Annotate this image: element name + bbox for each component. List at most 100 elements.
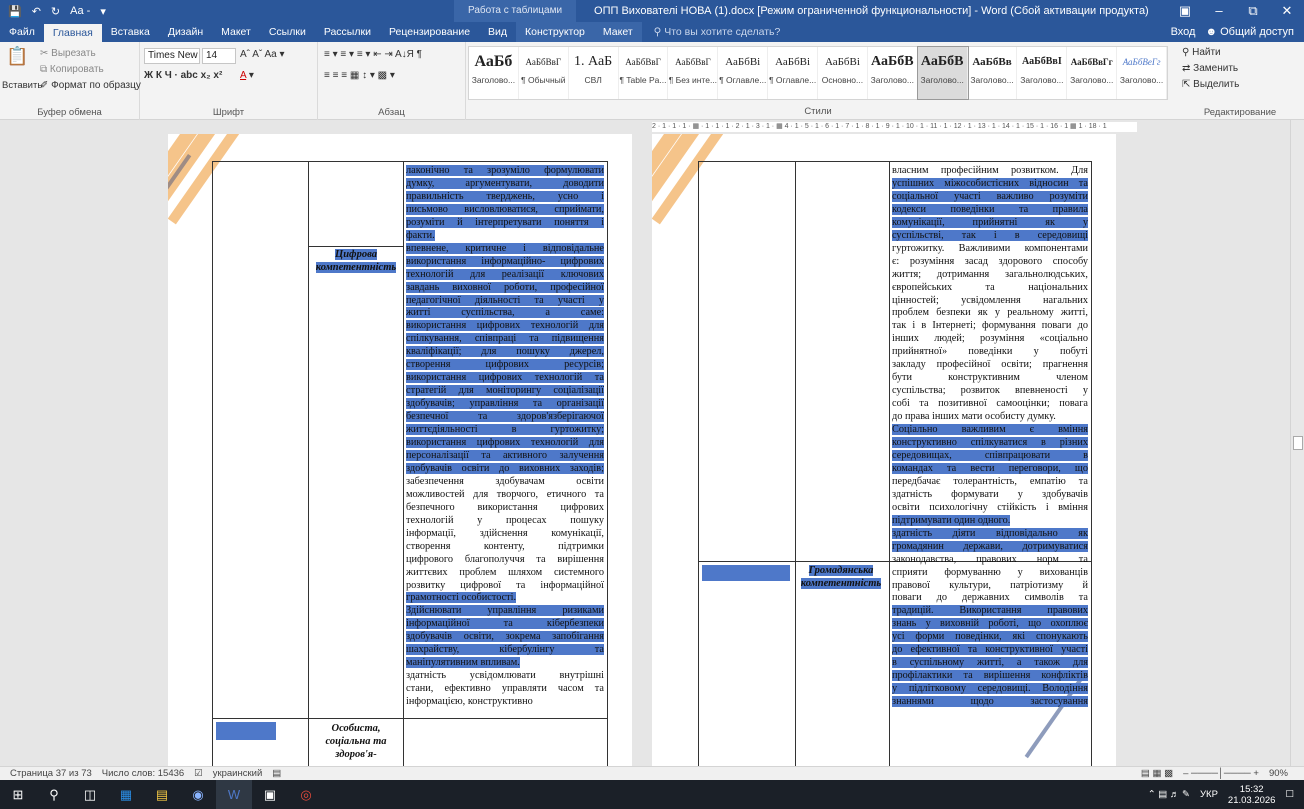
- competence-name-personal[interactable]: Особиста, соціальна та здоров'я-: [310, 722, 402, 761]
- scroll-thumb[interactable]: [1293, 436, 1303, 450]
- tab-table-layout[interactable]: Макет: [593, 22, 642, 42]
- text-run: профілактики та вирішення конфліктів: [892, 670, 1088, 682]
- tab-view[interactable]: Вид: [479, 22, 516, 42]
- chrome-icon[interactable]: ◎: [288, 780, 324, 809]
- list-icons[interactable]: ≡ ▾ ≡ ▾ ≡ ▾ ⇤ ⇥ A↓Я ¶: [324, 49, 422, 60]
- style-item[interactable]: АаБбВі Основно...: [818, 47, 868, 99]
- tray-icons[interactable]: ⌃ ▤ ♬ ✎: [1148, 789, 1190, 800]
- app-badge-icon[interactable]: ◉: [180, 780, 216, 809]
- zoom-level[interactable]: 90%: [1269, 768, 1288, 779]
- tell-me-search[interactable]: ⚲ Что вы хотите сделать?: [654, 22, 781, 42]
- search-icon[interactable]: ⚲: [36, 780, 72, 809]
- competence-name-digital[interactable]: Цифрова компетентність: [310, 248, 402, 274]
- format-painter-button[interactable]: ✐ Формат по образцу: [40, 80, 141, 91]
- undo-icon[interactable]: ↶: [32, 5, 41, 18]
- text-run: шахрайству, кібербулінгу та: [406, 644, 604, 656]
- style-item[interactable]: АаБбВеГг Заголово...: [1117, 47, 1168, 99]
- tab-insert[interactable]: Вставка: [102, 22, 159, 42]
- sign-in-link[interactable]: Вход: [1171, 22, 1196, 42]
- text-line: правильність тверджень, усно і: [406, 190, 604, 204]
- notification-icon[interactable]: ☐: [1285, 789, 1294, 800]
- table-border: [698, 161, 1092, 162]
- text-line: сприяти формуванню у вихованців: [892, 567, 1088, 580]
- vertical-scrollbar[interactable]: [1290, 120, 1304, 766]
- share-button[interactable]: ☻ Общий доступ: [1205, 22, 1294, 42]
- text-run: інших людей; розуміння «соціально: [892, 333, 1088, 345]
- word-icon[interactable]: W: [216, 780, 252, 809]
- style-item[interactable]: 1. АаБ СВЛ: [569, 47, 619, 99]
- style-item[interactable]: АаБб Заголово...: [469, 47, 519, 99]
- windows-start-icon[interactable]: ⊞: [0, 780, 36, 809]
- style-item[interactable]: АаБбВв Заголово...: [968, 47, 1018, 99]
- copy-button[interactable]: ⧉ Копировать: [40, 64, 104, 75]
- bold-italic-underline-icons[interactable]: Ж К Ч · abc x₂ x²: [144, 70, 222, 81]
- file-explorer-icon[interactable]: ▤: [144, 780, 180, 809]
- style-name: ¶ Оглавле...: [768, 75, 817, 85]
- minimize-icon[interactable]: –: [1202, 3, 1236, 19]
- horizontal-ruler[interactable]: 2 · 1 · 1 · 1 · ▦ · 1 · 1 · 1 · 2 · 1 · …: [652, 122, 1137, 132]
- store-icon[interactable]: ▦: [108, 780, 144, 809]
- font-color-icon[interactable]: A ▾: [240, 70, 254, 81]
- style-preview: АаБбВі: [725, 56, 761, 68]
- table-border: [212, 161, 608, 162]
- text-run: середовищах, співпрацювати в: [892, 449, 1088, 461]
- tab-references[interactable]: Ссылки: [260, 22, 315, 42]
- tab-file[interactable]: Файл: [0, 22, 44, 42]
- style-item[interactable]: АаБбВвГ ¶ Table Pa...: [619, 47, 669, 99]
- tab-layout[interactable]: Макет: [212, 22, 260, 42]
- save-icon[interactable]: 💾: [8, 5, 22, 18]
- restore-icon[interactable]: ⧉: [1236, 3, 1270, 19]
- style-item[interactable]: АаБбВвГ ¶ Обычный: [519, 47, 569, 99]
- paste-button[interactable]: Вставить: [2, 80, 42, 91]
- page-counter[interactable]: Страница 37 из 73: [10, 768, 92, 779]
- replace-button[interactable]: ⇄ Заменить: [1182, 63, 1238, 74]
- text-run: цифрового благополуччя та вирішення: [406, 553, 604, 565]
- style-item[interactable]: АаБбВі ¶ Оглавле...: [718, 47, 769, 99]
- word-count[interactable]: Число слов: 15436: [102, 768, 184, 779]
- font-name-box[interactable]: Times New F: [144, 48, 200, 64]
- close-icon[interactable]: ✕: [1270, 3, 1304, 19]
- find-button[interactable]: ⚲ Найти: [1182, 47, 1221, 58]
- proofing-icon[interactable]: ☑: [194, 768, 203, 779]
- change-case-button[interactable]: Aa -: [70, 5, 90, 17]
- app-icon[interactable]: ▣: [252, 780, 288, 809]
- style-preview: 1. АаБ: [574, 54, 613, 69]
- style-preview: АаБбВв: [972, 56, 1012, 68]
- font-size-box[interactable]: 14: [202, 48, 236, 64]
- task-view-icon[interactable]: ◫: [72, 780, 108, 809]
- input-language[interactable]: УКР: [1200, 789, 1218, 800]
- text-run: інформації, здійснення комунікації,: [406, 527, 604, 539]
- cut-button[interactable]: ✂ Вырезать: [40, 48, 96, 59]
- text-run: впевнене, критичне і відповідальне: [406, 242, 604, 254]
- macro-icon[interactable]: ▤: [272, 768, 281, 779]
- style-item-selected[interactable]: АаБбВ Заголово...: [916, 46, 969, 100]
- paste-icon[interactable]: 📋: [6, 46, 28, 67]
- text-run: конструктивно спілкуватися в різних: [892, 437, 1088, 449]
- style-item[interactable]: АаБбВі ¶ Оглавле...: [768, 47, 819, 99]
- tab-review[interactable]: Рецензирование: [380, 22, 479, 42]
- view-icons[interactable]: ▤ ▦ ▩: [1141, 768, 1173, 779]
- font-size-buttons-icon[interactable]: Aˆ Aˇ Aa ▾: [240, 49, 284, 60]
- style-item[interactable]: АаБбВ Заголово...: [868, 47, 918, 99]
- style-item[interactable]: АаБбВвГ ¶ Без инте...: [668, 47, 719, 99]
- ribbon-display-icon[interactable]: ▣: [1168, 3, 1202, 19]
- tab-table-design[interactable]: Конструктор: [516, 22, 594, 42]
- zoom-slider[interactable]: – ────│──── +: [1183, 768, 1259, 779]
- text-run: законодавства, правових норм та: [892, 553, 1088, 565]
- text-line: усі форми поведінки, які спонукають: [892, 631, 1088, 644]
- style-item[interactable]: АаБбВвГг Заголово...: [1067, 47, 1118, 99]
- select-button[interactable]: ⇱ Выделить: [1182, 79, 1239, 90]
- customize-qa-icon[interactable]: ▾: [100, 5, 106, 18]
- competence-name-civic[interactable]: Громадянська компетентність: [796, 564, 886, 590]
- clock[interactable]: 15:32 21.03.2026: [1228, 784, 1276, 806]
- style-item[interactable]: АаБбВвІ Заголово...: [1017, 47, 1068, 99]
- text-line: суспільстві, так і в середовищі: [892, 229, 1088, 243]
- align-icons[interactable]: ≡ ≡ ≡ ▦ ↕ ▾ ▩ ▾: [324, 70, 395, 81]
- tab-mailings[interactable]: Рассылки: [315, 22, 380, 42]
- description-cell-left[interactable]: лаконічно та зрозуміло формулювати думку,…: [406, 165, 604, 709]
- redo-icon[interactable]: ↻: [51, 5, 60, 18]
- tab-design[interactable]: Дизайн: [159, 22, 212, 42]
- tab-home[interactable]: Главная: [43, 24, 102, 42]
- language-label[interactable]: украинский: [213, 768, 263, 779]
- description-cell-right[interactable]: власним професійним розвитком. Для успішн…: [892, 165, 1088, 709]
